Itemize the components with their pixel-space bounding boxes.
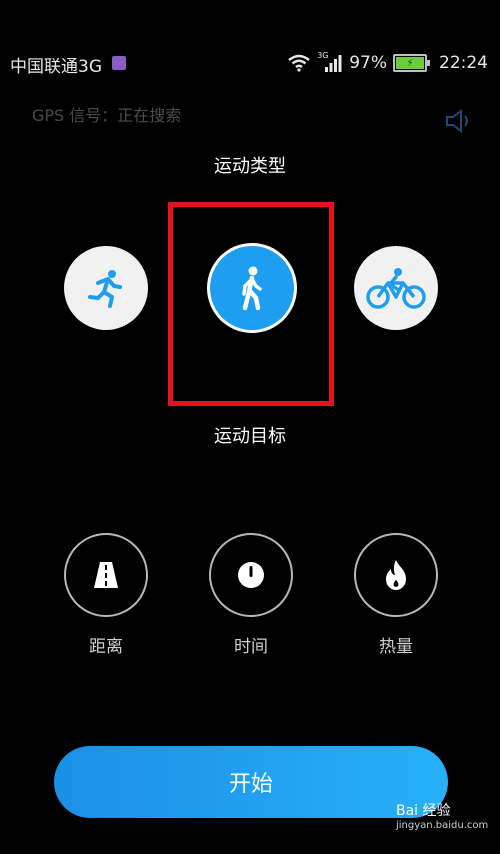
battery-icon: ⚡ (393, 54, 430, 72)
sport-type-title: 运动类型 (214, 156, 286, 177)
running-icon (88, 270, 122, 308)
goal-distance-button[interactable] (64, 533, 148, 617)
cycling-icon (366, 268, 426, 309)
goal-title: 运动目标 (214, 426, 286, 447)
goal-calories-button[interactable] (354, 533, 438, 617)
selection-highlight-box (168, 202, 334, 406)
gps-status: GPS 信号：正在搜索 (32, 106, 182, 125)
sim-badge-icon (112, 56, 126, 70)
goal-calories-label: 热量 (379, 637, 413, 657)
goal-time-button[interactable] (209, 533, 293, 617)
watermark-brand: Bai 经验 (396, 803, 451, 819)
status-indicators: 3G 97% ⚡ 22:24 (287, 50, 488, 76)
wifi-icon (288, 54, 310, 72)
goal-distance-label: 距离 (89, 637, 123, 657)
start-button[interactable]: 开始 (54, 746, 448, 818)
clock-time: 22:24 (439, 53, 488, 73)
speaker-icon[interactable] (444, 108, 474, 134)
battery-percent: 97% (349, 53, 387, 73)
baidu-watermark: Bai 经验 jingyan.baidu.com (396, 800, 496, 840)
goal-time-label: 时间 (234, 637, 268, 657)
signal-icon: 3G (317, 51, 343, 73)
road-icon (94, 562, 118, 588)
carrier-label: 中国联通3G (10, 57, 102, 77)
start-button-label: 开始 (228, 772, 273, 797)
flame-icon (386, 560, 406, 590)
cycling-option[interactable] (354, 246, 438, 330)
watermark-url: jingyan.baidu.com (396, 820, 489, 831)
running-option[interactable] (64, 246, 148, 330)
clock-icon (238, 562, 264, 588)
